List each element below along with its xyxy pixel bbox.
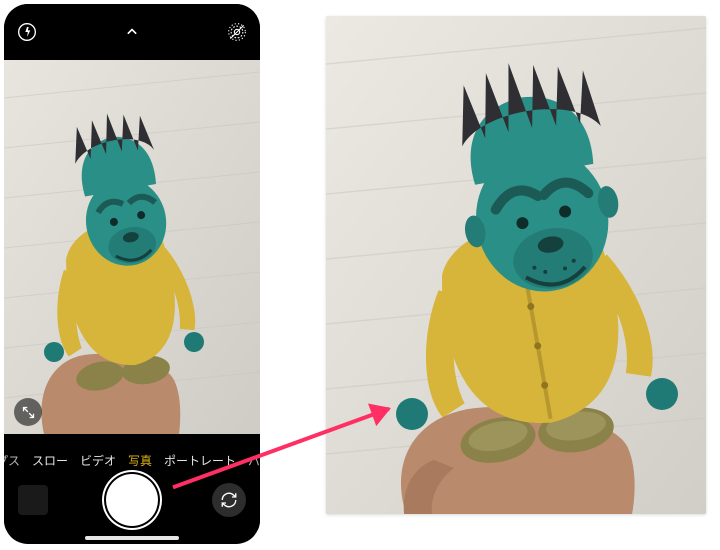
home-indicator[interactable]	[85, 536, 179, 540]
iphone-camera-screen: プス スロー ビデオ 写真 ポートレート パノ	[4, 4, 260, 544]
flash-icon[interactable]	[16, 21, 38, 43]
mode-portrait[interactable]: ポートレート	[164, 452, 236, 469]
chevron-up-icon[interactable]	[121, 21, 143, 43]
mode-timelapse[interactable]: プス	[4, 452, 20, 469]
camera-top-bar	[4, 4, 260, 60]
shutter-button[interactable]	[106, 474, 158, 526]
expand-icon[interactable]	[14, 398, 42, 426]
mode-pano[interactable]: パノ	[248, 452, 260, 469]
result-photo	[326, 16, 706, 514]
camera-flip-icon[interactable]	[212, 483, 246, 517]
last-photo-thumbnail[interactable]	[18, 485, 48, 515]
mode-slomo[interactable]: スロー	[32, 452, 68, 469]
mode-photo[interactable]: 写真	[128, 452, 152, 469]
live-photo-off-icon[interactable]	[226, 21, 248, 43]
camera-bottom-controls	[4, 470, 260, 530]
camera-viewfinder[interactable]	[4, 60, 260, 434]
mode-video[interactable]: ビデオ	[80, 452, 116, 469]
